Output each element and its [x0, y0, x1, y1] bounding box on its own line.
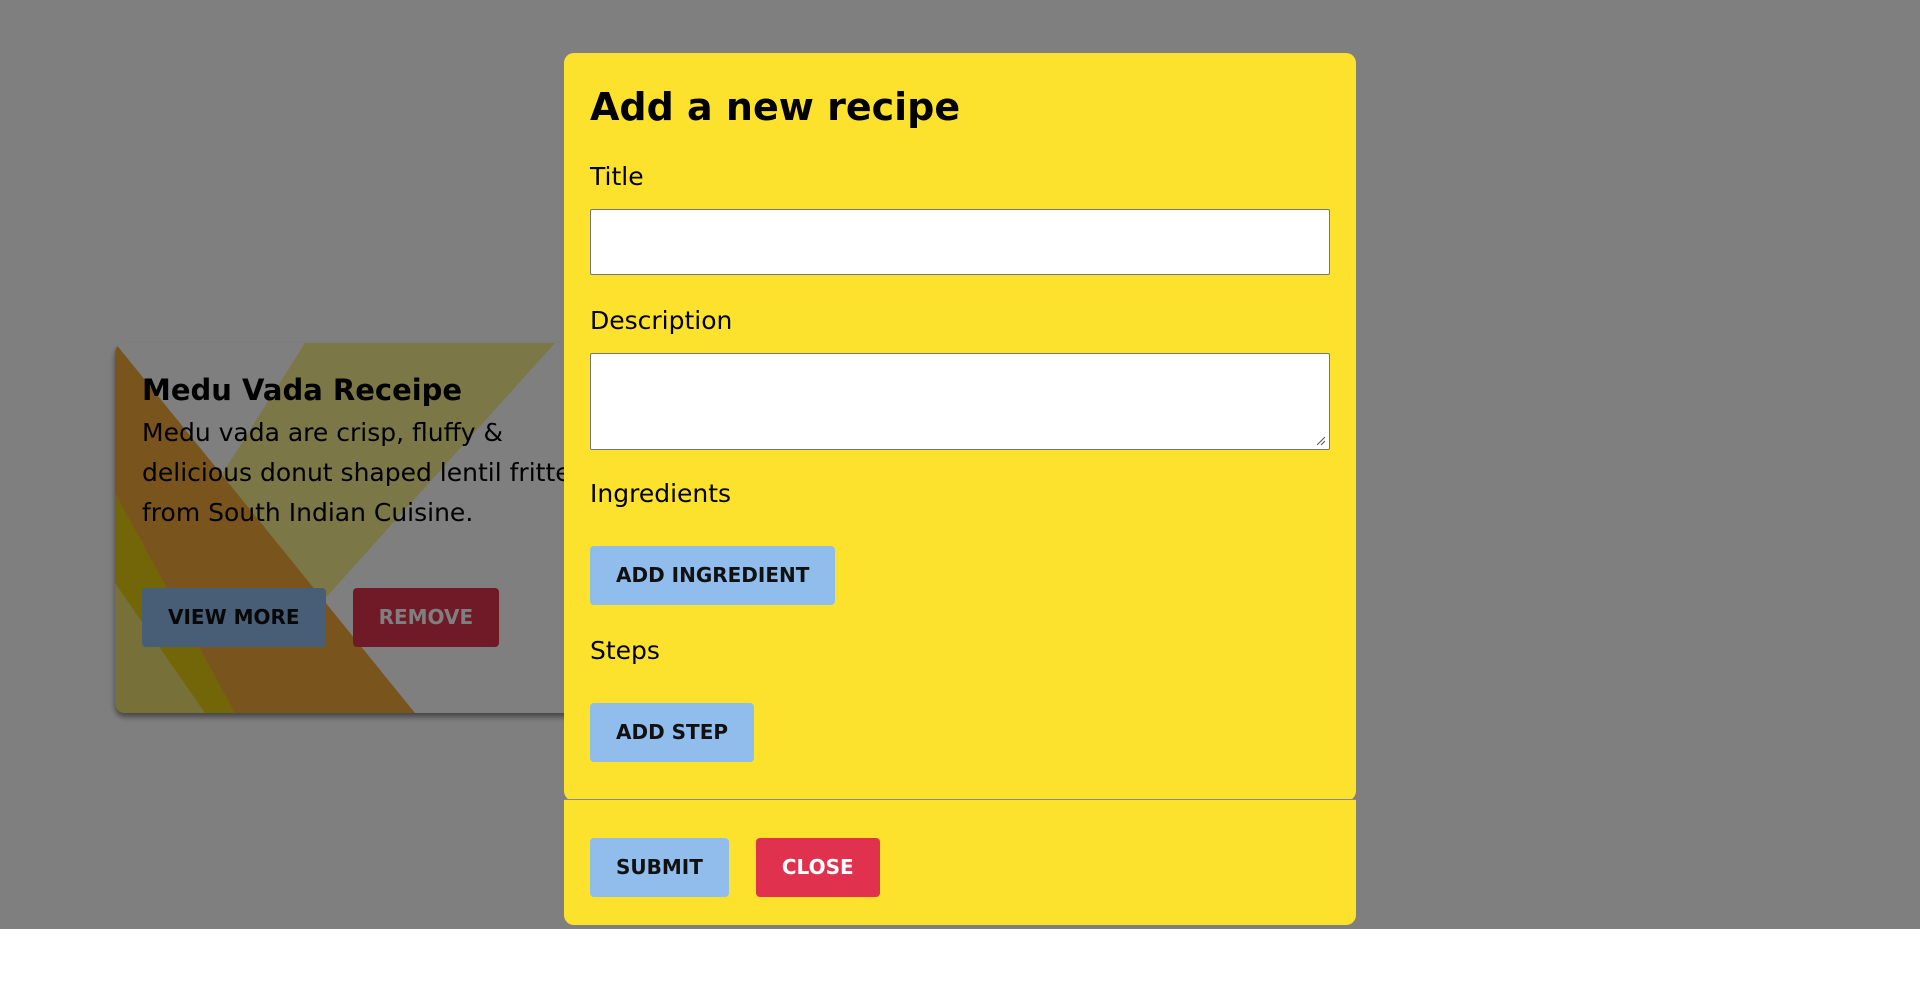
modal-body: Add a new recipe Title Description Ingre… [564, 53, 1356, 801]
ingredients-label: Ingredients [590, 479, 732, 508]
resize-handle-icon[interactable] [1314, 434, 1326, 446]
title-input[interactable] [590, 209, 1330, 275]
description-textarea[interactable] [590, 353, 1330, 450]
add-recipe-modal: Add a new recipe Title Description Ingre… [564, 53, 1356, 925]
steps-label: Steps [590, 636, 660, 665]
description-label: Description [590, 306, 733, 335]
modal-footer: SUBMIT CLOSE [564, 799, 1356, 925]
add-step-button[interactable]: ADD STEP [590, 703, 755, 762]
title-label: Title [590, 162, 644, 191]
submit-button[interactable]: SUBMIT [590, 838, 729, 897]
page: Medu Vada Receipe Medu vada are crisp, f… [0, 0, 1920, 981]
ingredients-section: Ingredients ADD INGREDIENT [590, 476, 1330, 605]
modal-title: Add a new recipe [590, 85, 961, 129]
add-ingredient-button[interactable]: ADD INGREDIENT [590, 546, 836, 605]
steps-section: Steps ADD STEP [590, 633, 1330, 762]
close-button[interactable]: CLOSE [755, 838, 880, 897]
